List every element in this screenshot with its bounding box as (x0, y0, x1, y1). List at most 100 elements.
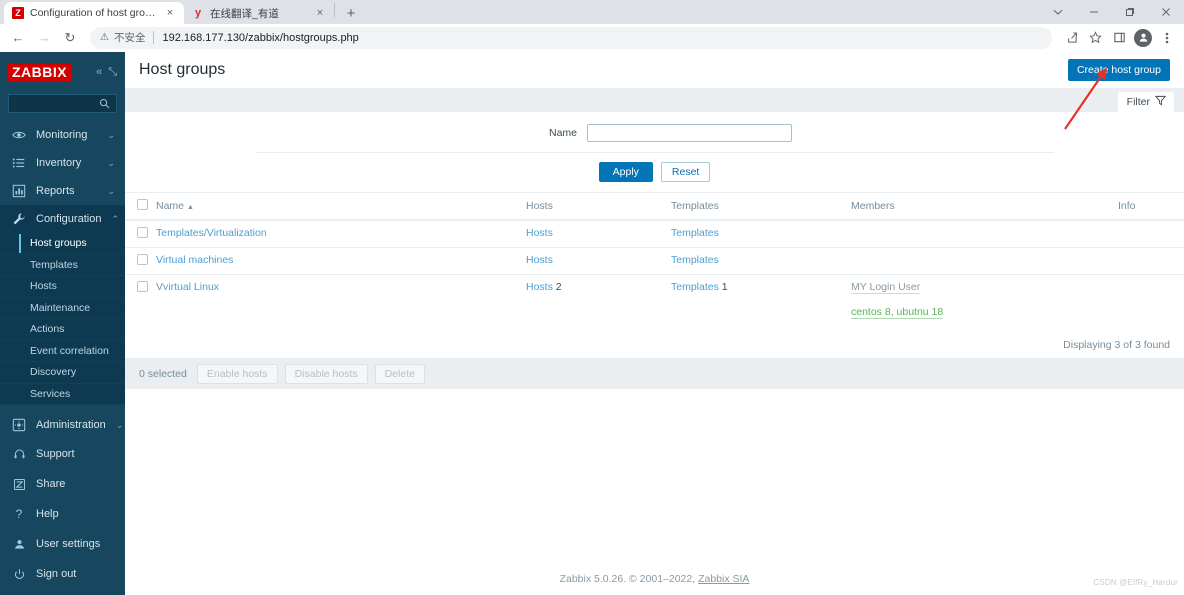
filter-tab-bar: Filter (125, 88, 1184, 112)
address-bar[interactable]: ⚠ 不安全 192.168.177.130/zabbix/hostgroups.… (90, 26, 1052, 49)
sidebar-item-inventory[interactable]: Inventory ⌄ (0, 149, 125, 177)
apply-button[interactable]: Apply (598, 162, 653, 182)
table-row[interactable]: Templates/Virtualization Hosts Templates (125, 220, 1184, 248)
host-groups-table-wrap: Name ▲ Hosts Templates Members Info Templ… (125, 193, 1184, 358)
sidebar-item-event-correlation[interactable]: Event correlation (0, 341, 125, 362)
table-row[interactable]: Vvirtual Linux Hosts 2 Templates 1 MY Lo… (125, 275, 1184, 334)
sidebar-item-configuration[interactable]: Configuration ⌃ (0, 205, 125, 233)
reload-icon[interactable]: ↻ (58, 26, 82, 50)
filter-name-input[interactable] (587, 124, 792, 142)
sidebar-item-actions[interactable]: Actions (0, 319, 125, 341)
row-hosts-cell: Hosts 2 (522, 275, 667, 334)
sidebar-item-maintenance[interactable]: Maintenance (0, 298, 125, 319)
hosts-link[interactable]: Hosts (526, 281, 553, 293)
sidebar-item-support[interactable]: Support (0, 439, 125, 469)
zabbix-sia-link[interactable]: Zabbix SIA (698, 573, 749, 585)
hosts-count: 2 (555, 281, 562, 293)
omnibox-divider (153, 31, 155, 44)
app-shell: ZABBIX « ⤡ Monitoring ⌄ Inventory ⌄ Repo… (0, 52, 1184, 595)
select-all-header[interactable] (125, 193, 152, 221)
zabbix-share-icon (12, 477, 26, 491)
row-info-cell (1114, 247, 1184, 275)
host-group-link[interactable]: Templates/Virtualization (156, 227, 267, 239)
sidebar-item-share[interactable]: Share (0, 469, 125, 499)
sidebar-item-templates[interactable]: Templates (0, 255, 125, 276)
search-icon (99, 98, 110, 109)
column-header-name[interactable]: Name ▲ (152, 193, 522, 221)
page-header: Host groups Create host group (125, 52, 1184, 88)
sidebar-subitem-label: Event correlation (30, 344, 109, 357)
sidebar-subitem-label: Hosts (30, 280, 57, 293)
forward-icon[interactable]: → (32, 26, 56, 50)
sidebar-item-reports[interactable]: Reports ⌄ (0, 177, 125, 205)
row-checkbox[interactable] (137, 254, 148, 265)
youdao-favicon-icon: y (194, 7, 202, 19)
search-input[interactable] (8, 94, 117, 113)
watermark: CSDN @ElfRy_Hardur (1093, 578, 1178, 587)
row-select-cell[interactable] (125, 275, 152, 334)
sidebar-item-monitoring[interactable]: Monitoring ⌄ (0, 121, 125, 149)
enable-hosts-button[interactable]: Enable hosts (196, 363, 278, 384)
host-group-link[interactable]: Virtual machines (156, 254, 233, 266)
sidebar-item-label: Inventory (36, 157, 82, 169)
sidebar-item-discovery[interactable]: Discovery (0, 362, 125, 384)
kebab-menu-icon[interactable] (1156, 27, 1178, 49)
row-select-cell[interactable] (125, 247, 152, 275)
row-select-cell[interactable] (125, 220, 152, 248)
new-tab-button[interactable]: + (339, 2, 363, 24)
sidebar-item-hosts[interactable]: Hosts (0, 276, 125, 298)
browser-tab-active[interactable]: Z Configuration of host groups × (4, 2, 184, 24)
sidebar-item-user-settings[interactable]: User settings (0, 529, 125, 559)
close-icon[interactable]: × (164, 7, 176, 19)
hide-sidebar-icon[interactable]: ⤡ (108, 66, 117, 78)
row-checkbox[interactable] (137, 281, 148, 292)
sidepanel-icon[interactable] (1108, 27, 1130, 49)
member-hosts-label[interactable]: centos 8, ubutnu 18 (851, 306, 944, 319)
close-icon[interactable]: × (314, 7, 326, 19)
window-close-icon[interactable] (1148, 0, 1184, 24)
reset-button[interactable]: Reset (660, 162, 711, 182)
delete-button[interactable]: Delete (374, 363, 425, 384)
sidebar-item-host-groups[interactable]: Host groups (0, 233, 125, 255)
sidebar-bottom-menu: Support Share ? Help User settings Sign … (0, 439, 125, 595)
select-all-checkbox[interactable] (137, 199, 148, 210)
filter-name-row: Name (125, 124, 1184, 152)
collapse-sidebar-icon[interactable]: « (96, 66, 102, 78)
disable-hosts-button[interactable]: Disable hosts (284, 363, 368, 384)
sidebar-item-label: Support (36, 448, 75, 460)
eye-icon (12, 128, 26, 142)
window-controls (1040, 0, 1184, 24)
url-text: 192.168.177.130/zabbix/hostgroups.php (162, 31, 359, 44)
sidebar-item-administration[interactable]: Administration ⌄ (0, 411, 125, 439)
back-icon[interactable]: ← (6, 26, 30, 50)
templates-link[interactable]: Templates (671, 227, 719, 239)
sidebar-item-help[interactable]: ? Help (0, 499, 125, 529)
sidebar-subitem-label: Host groups (30, 237, 87, 250)
sidebar-item-sign-out[interactable]: Sign out (0, 559, 125, 589)
create-host-group-button[interactable]: Create host group (1067, 59, 1170, 81)
profile-avatar-icon[interactable] (1132, 27, 1154, 49)
zabbix-logo[interactable]: ZABBIX (8, 63, 72, 81)
funnel-icon (1154, 95, 1167, 109)
copyright-text: Zabbix 5.0.26. © 2001–2022, (559, 573, 699, 585)
hosts-link[interactable]: Hosts (526, 254, 553, 266)
sidebar-item-services[interactable]: Services (0, 384, 125, 405)
hosts-link[interactable]: Hosts (526, 227, 553, 239)
chevron-down-icon: ⌄ (107, 157, 115, 168)
table-row[interactable]: Virtual machines Hosts Templates (125, 247, 1184, 275)
row-checkbox[interactable] (137, 227, 148, 238)
chevron-down-icon[interactable] (1040, 0, 1076, 24)
templates-link[interactable]: Templates (671, 254, 719, 266)
member-user-label[interactable]: MY Login User (851, 281, 921, 294)
row-members-cell: MY Login User centos 8, ubutnu 18 (847, 275, 1114, 334)
minimize-icon[interactable] (1076, 0, 1112, 24)
share-icon[interactable] (1060, 27, 1082, 49)
filter-tab[interactable]: Filter (1117, 92, 1174, 112)
host-group-link[interactable]: Vvirtual Linux (156, 281, 219, 293)
bookmark-star-icon[interactable] (1084, 27, 1106, 49)
browser-tab-inactive[interactable]: y 在线翻译_有道 × (184, 2, 334, 24)
templates-link[interactable]: Templates (671, 281, 719, 293)
row-info-cell (1114, 220, 1184, 248)
maximize-icon[interactable] (1112, 0, 1148, 24)
browser-toolbar: ← → ↻ ⚠ 不安全 192.168.177.130/zabbix/hostg… (0, 24, 1184, 52)
